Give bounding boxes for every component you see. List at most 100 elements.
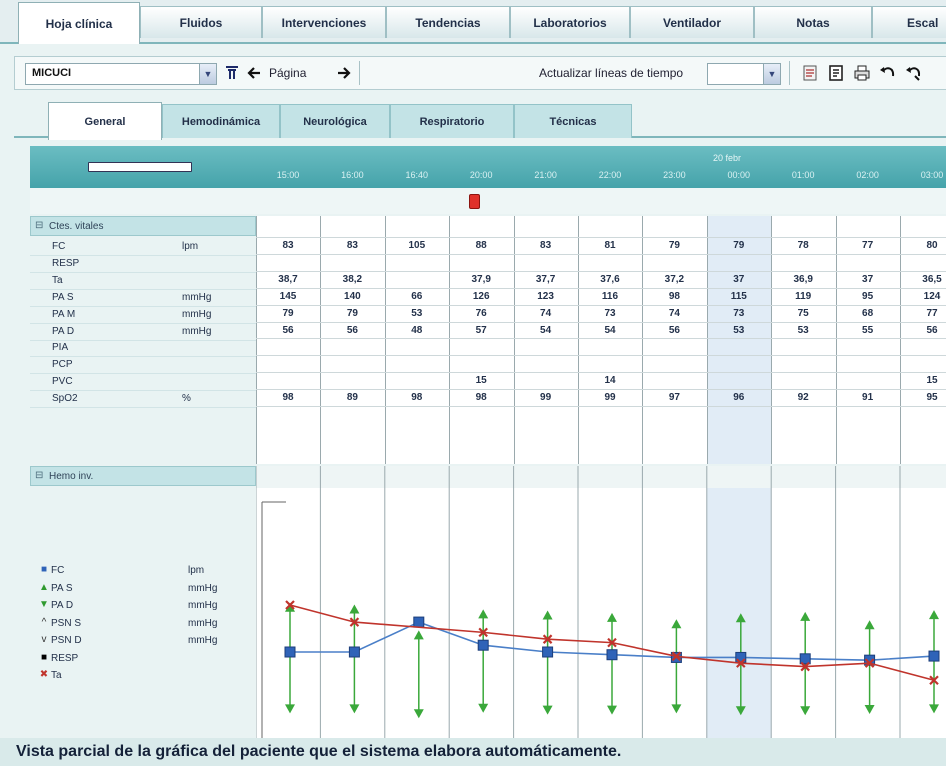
vital-cell[interactable]: 48 <box>385 325 449 336</box>
vital-cell[interactable]: 80 <box>900 240 946 251</box>
tab-intervenciones[interactable]: Intervenciones <box>262 6 386 38</box>
tab-hoja-clinica[interactable]: Hoja clínica <box>18 2 140 44</box>
vital-cell[interactable]: 37,2 <box>642 274 706 285</box>
vital-cell[interactable]: 15 <box>900 375 946 386</box>
document-icon[interactable] <box>799 61 821 85</box>
vital-cell[interactable]: 140 <box>320 291 384 302</box>
vital-cell[interactable]: 124 <box>900 291 946 302</box>
vital-cell[interactable]: 98 <box>449 392 513 403</box>
vital-cell[interactable]: 99 <box>578 392 642 403</box>
vital-cell[interactable]: 78 <box>771 240 835 251</box>
vital-cell[interactable]: 54 <box>514 325 578 336</box>
vital-cell[interactable]: 53 <box>385 308 449 319</box>
tab-tendencias[interactable]: Tendencias <box>386 6 510 38</box>
vital-cell[interactable]: 89 <box>320 392 384 403</box>
timeline-slider[interactable] <box>88 162 192 172</box>
vital-cell[interactable]: 73 <box>578 308 642 319</box>
tab-laboratorios[interactable]: Laboratorios <box>510 6 630 38</box>
vital-cell[interactable]: 74 <box>642 308 706 319</box>
vital-cell[interactable]: 105 <box>385 240 449 251</box>
vital-cell[interactable]: 77 <box>900 308 946 319</box>
tab-neurologica[interactable]: Neurológica <box>280 104 390 138</box>
print-icon[interactable] <box>851 61 873 85</box>
filter-icon[interactable] <box>221 61 243 85</box>
vital-cell[interactable]: 56 <box>320 325 384 336</box>
vital-cell[interactable]: 83 <box>320 240 384 251</box>
vital-cell[interactable]: 37 <box>836 274 900 285</box>
vital-cell[interactable]: 99 <box>514 392 578 403</box>
chevron-down-icon[interactable]: ▼ <box>199 64 216 84</box>
vital-cell[interactable]: 37,9 <box>449 274 513 285</box>
vital-cell[interactable]: 79 <box>320 308 384 319</box>
vital-cell[interactable]: 123 <box>514 291 578 302</box>
vital-cell[interactable]: 74 <box>514 308 578 319</box>
timeline-select[interactable]: ▼ <box>707 63 781 85</box>
vital-cell[interactable]: 37,6 <box>578 274 642 285</box>
vital-cell[interactable]: 119 <box>771 291 835 302</box>
vital-cell[interactable]: 88 <box>449 240 513 251</box>
arrow-right-icon[interactable] <box>333 61 355 85</box>
vital-cell[interactable]: 15 <box>449 375 513 386</box>
unit-select[interactable]: MICUCI ▼ <box>25 63 217 85</box>
collapse-icon[interactable]: ⊟ <box>35 220 43 231</box>
vital-cell[interactable]: 98 <box>642 291 706 302</box>
vital-cell[interactable]: 115 <box>707 291 771 302</box>
vital-cell[interactable]: 97 <box>642 392 706 403</box>
tab-hemodinamica[interactable]: Hemodinámica <box>162 104 280 138</box>
tab-notas[interactable]: Notas <box>754 6 872 38</box>
tab-fluidos[interactable]: Fluidos <box>140 6 262 38</box>
vital-cell[interactable]: 38,7 <box>256 274 320 285</box>
vital-cell[interactable]: 79 <box>642 240 706 251</box>
undo-icon[interactable] <box>877 61 899 85</box>
vitals-section-header[interactable]: ⊟ Ctes. vitales <box>30 216 256 236</box>
vital-cell[interactable]: 56 <box>256 325 320 336</box>
vital-unit: mmHg <box>182 291 212 303</box>
vital-cell[interactable]: 126 <box>449 291 513 302</box>
vital-cell[interactable]: 68 <box>836 308 900 319</box>
vital-cell[interactable]: 116 <box>578 291 642 302</box>
vital-cell[interactable]: 54 <box>578 325 642 336</box>
vital-cell[interactable]: 79 <box>256 308 320 319</box>
vital-cell[interactable]: 53 <box>771 325 835 336</box>
tab-escalas[interactable]: Escal <box>872 6 946 38</box>
event-marker-icon[interactable] <box>469 194 480 209</box>
vital-cell[interactable]: 95 <box>900 392 946 403</box>
vital-cell[interactable]: 91 <box>836 392 900 403</box>
vital-cell[interactable]: 38,2 <box>320 274 384 285</box>
vital-cell[interactable]: 76 <box>449 308 513 319</box>
arrow-left-icon[interactable] <box>243 61 265 85</box>
vital-cell[interactable]: 75 <box>771 308 835 319</box>
tab-respiratorio[interactable]: Respiratorio <box>390 104 514 138</box>
vital-cell[interactable]: 56 <box>642 325 706 336</box>
vital-cell[interactable]: 14 <box>578 375 642 386</box>
vital-cell[interactable]: 83 <box>514 240 578 251</box>
vital-cell[interactable]: 145 <box>256 291 320 302</box>
vital-cell[interactable]: 96 <box>707 392 771 403</box>
vital-cell[interactable]: 98 <box>256 392 320 403</box>
vital-cell[interactable]: 79 <box>707 240 771 251</box>
tab-ventilador[interactable]: Ventilador <box>630 6 754 38</box>
chevron-down-icon[interactable]: ▼ <box>763 64 780 84</box>
vital-cell[interactable]: 55 <box>836 325 900 336</box>
vital-cell[interactable]: 36,5 <box>900 274 946 285</box>
vital-cell[interactable]: 73 <box>707 308 771 319</box>
collapse-icon[interactable]: ⊟ <box>35 470 43 481</box>
undo-all-icon[interactable] <box>903 61 925 85</box>
vital-cell[interactable]: 92 <box>771 392 835 403</box>
vital-cell[interactable]: 98 <box>385 392 449 403</box>
vital-cell[interactable]: 53 <box>707 325 771 336</box>
vital-cell[interactable]: 56 <box>900 325 946 336</box>
vital-cell[interactable]: 57 <box>449 325 513 336</box>
vital-cell[interactable]: 83 <box>256 240 320 251</box>
tab-tecnicas[interactable]: Técnicas <box>514 104 632 138</box>
vital-cell[interactable]: 37,7 <box>514 274 578 285</box>
vital-cell[interactable]: 37 <box>707 274 771 285</box>
vital-cell[interactable]: 95 <box>836 291 900 302</box>
tab-general[interactable]: General <box>48 102 162 140</box>
vital-cell[interactable]: 36,9 <box>771 274 835 285</box>
hemo-section-header[interactable]: ⊟ Hemo inv. <box>30 466 256 486</box>
vital-cell[interactable]: 81 <box>578 240 642 251</box>
vital-cell[interactable]: 77 <box>836 240 900 251</box>
notes-icon[interactable] <box>825 61 847 85</box>
vital-cell[interactable]: 66 <box>385 291 449 302</box>
